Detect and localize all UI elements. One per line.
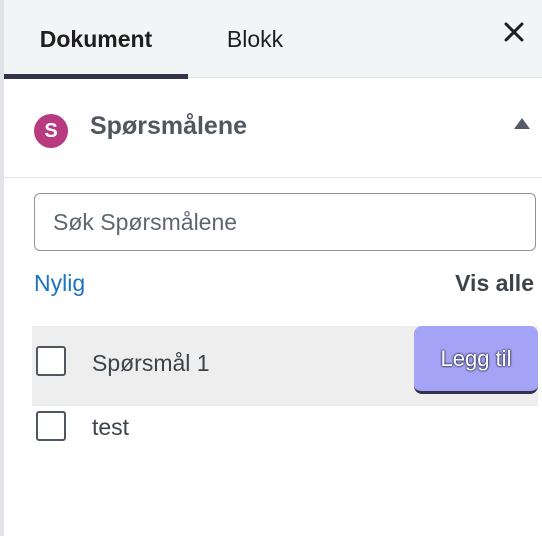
item-checkbox[interactable]	[36, 411, 66, 441]
section-title: Spørsmålene	[90, 112, 248, 140]
tab-blokk[interactable]: Blokk	[200, 0, 310, 78]
show-all-link[interactable]: Vis alle	[455, 270, 534, 297]
document-sidebar: Dokument Blokk S Spørsmålene Nylig Vis a…	[0, 0, 542, 536]
list-item: Spørsmål 1 Legg til	[32, 326, 538, 406]
close-button[interactable]	[494, 12, 534, 52]
add-button[interactable]: Legg til	[414, 326, 538, 394]
sidebar-tabs: Dokument Blokk	[4, 0, 542, 79]
recent-link[interactable]: Nylig	[34, 270, 85, 297]
item-checkbox[interactable]	[36, 346, 66, 376]
chevron-up-icon[interactable]	[514, 118, 530, 129]
list-item: test	[32, 406, 538, 486]
close-icon	[504, 22, 524, 42]
search-input[interactable]	[34, 193, 536, 251]
item-label: Spørsmål 1	[92, 350, 210, 376]
tab-dokument[interactable]: Dokument	[4, 0, 188, 79]
item-label: test	[92, 414, 130, 440]
section-header-toggle[interactable]: S Spørsmålene	[4, 78, 542, 178]
section-avatar-icon: S	[34, 114, 68, 148]
